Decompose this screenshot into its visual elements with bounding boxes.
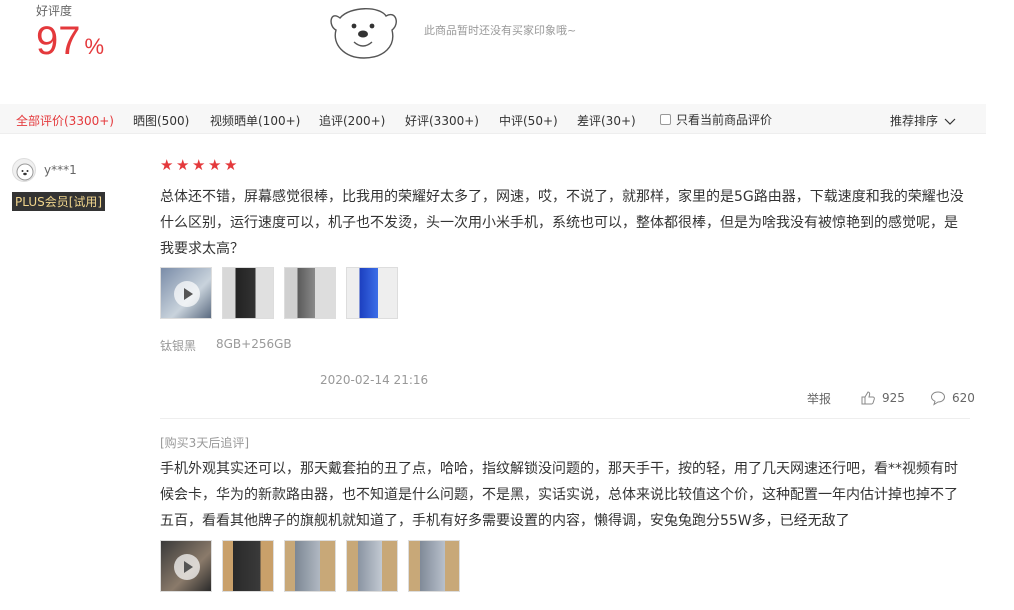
- like-button[interactable]: 925: [860, 390, 905, 406]
- tab-videos[interactable]: 视频晒单(100+): [210, 112, 300, 129]
- followup-label: [购买3天后追评]: [160, 436, 249, 450]
- mascot-dog-icon: [330, 8, 397, 59]
- star-icon: ★: [208, 156, 222, 174]
- review-date: 2020-02-14 21:16: [320, 373, 429, 387]
- photo-thumbnail[interactable]: [346, 267, 398, 319]
- tab-negative[interactable]: 差评(30+): [577, 112, 636, 129]
- avatar[interactable]: [12, 158, 36, 182]
- like-count: 925: [882, 391, 905, 405]
- username[interactable]: y***1: [44, 163, 77, 177]
- only-current-label: 只看当前商品评价: [676, 113, 773, 127]
- product-color: 钛银黑: [160, 339, 197, 353]
- review-media: [160, 267, 398, 319]
- play-icon: [174, 281, 200, 307]
- positive-rate: 97%: [36, 18, 104, 70]
- plus-member-badge: PLUS会员[试用]: [12, 192, 106, 211]
- only-current-toggle[interactable]: 只看当前商品评价: [660, 111, 772, 128]
- followup-text: 手机外观其实还可以，那天戴套拍的丑了点，哈哈，指纹解锁没问题的，那天手干，按的轻…: [160, 461, 958, 529]
- play-icon: [174, 554, 200, 580]
- rate-label: 好评度: [36, 4, 73, 18]
- avatar-dog-icon: [16, 163, 34, 181]
- divider: [160, 418, 970, 419]
- chevron-down-icon: [944, 118, 956, 125]
- tab-all[interactable]: 全部评价(3300+): [16, 112, 114, 129]
- product-config: 8GB+256GB: [216, 337, 292, 351]
- thumbs-up-icon: [861, 391, 875, 405]
- photo-thumbnail[interactable]: [284, 540, 336, 592]
- photo-thumbnail[interactable]: [408, 540, 460, 592]
- comment-bubble-icon: [930, 391, 946, 406]
- filter-bar: 全部评价(3300+) 晒图(500) 视频晒单(100+) 追评(200+) …: [0, 104, 986, 134]
- tab-followup[interactable]: 追评(200+): [319, 112, 385, 129]
- star-icon: ★: [176, 156, 190, 174]
- video-thumbnail[interactable]: [160, 267, 212, 319]
- review-text: 总体还不错，屏幕感觉很棒，比我用的荣耀好太多了，网速，哎，不说了，就那样，家里的…: [160, 189, 964, 257]
- photo-thumbnail[interactable]: [222, 267, 274, 319]
- only-current-checkbox[interactable]: [660, 114, 671, 125]
- star-icon: ★: [160, 156, 174, 174]
- report-link[interactable]: 举报: [807, 390, 831, 407]
- photo-thumbnail[interactable]: [284, 267, 336, 319]
- no-impression-text: 此商品暂时还没有买家印象哦~: [424, 24, 577, 37]
- tab-photos[interactable]: 晒图(500): [133, 112, 189, 129]
- photo-thumbnail[interactable]: [346, 540, 398, 592]
- sort-label: 推荐排序: [890, 114, 939, 128]
- star-icon: ★: [224, 156, 238, 174]
- photo-thumbnail[interactable]: [222, 540, 274, 592]
- tab-neutral[interactable]: 中评(50+): [499, 112, 558, 129]
- tab-positive[interactable]: 好评(3300+): [405, 112, 479, 129]
- star-icon: ★: [192, 156, 206, 174]
- rate-number: 97: [36, 19, 81, 63]
- comment-button[interactable]: 620: [930, 390, 975, 406]
- rate-unit: %: [84, 34, 105, 59]
- rating-stars: ★ ★ ★ ★ ★: [160, 156, 238, 174]
- followup-media: [160, 540, 460, 592]
- video-thumbnail[interactable]: [160, 540, 212, 592]
- comment-count: 620: [952, 391, 975, 405]
- sort-dropdown[interactable]: 推荐排序: [890, 112, 956, 129]
